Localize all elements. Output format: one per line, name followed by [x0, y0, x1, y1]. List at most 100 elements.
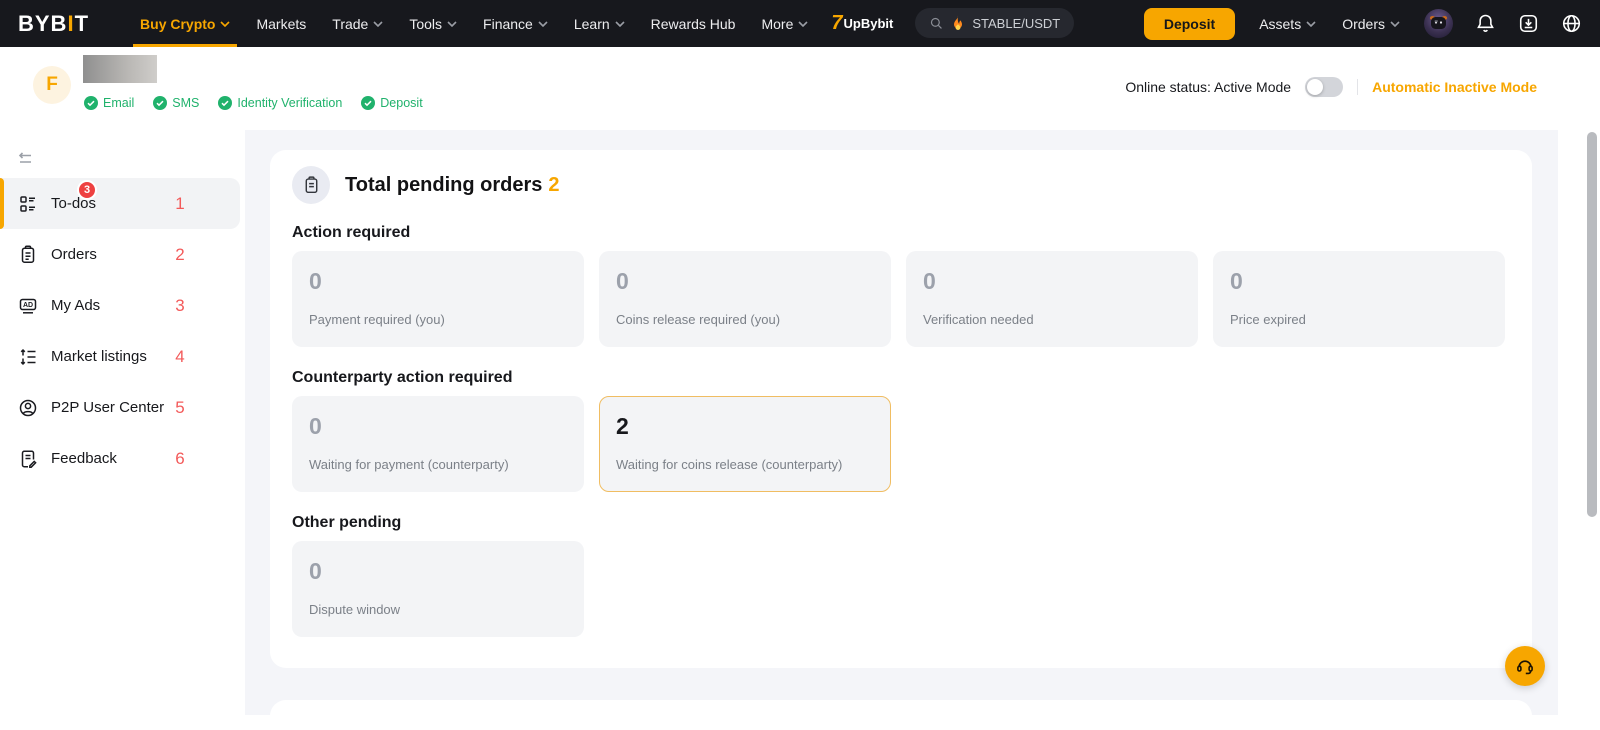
todos-notification-badge: 3	[77, 180, 97, 200]
navbar-right: Deposit Assets Orders	[1144, 0, 1582, 47]
market-listings-icon	[18, 347, 38, 367]
badge-sms: SMS	[153, 96, 199, 110]
online-status-label: Online status: Active Mode	[1125, 79, 1291, 95]
sidebar-item-p2p-user-center[interactable]: P2P User Center 5	[0, 382, 245, 433]
sevenup-bybit-link[interactable]: 7 UpBybit	[831, 0, 893, 47]
deposit-button[interactable]: Deposit	[1144, 8, 1235, 40]
sidebar-item-label: P2P User Center	[51, 399, 164, 416]
section-heading-other-pending: Other pending	[292, 514, 1510, 532]
tile-price-expired[interactable]: 0 Price expired	[1213, 251, 1505, 347]
badge-deposit: Deposit	[361, 96, 422, 110]
check-circle-icon	[84, 96, 98, 110]
sidebar-item-feedback[interactable]: Feedback 6	[0, 433, 245, 484]
chevron-down-icon	[798, 21, 808, 27]
nav-trade[interactable]: Trade	[319, 0, 396, 47]
badge-email: Email	[84, 96, 134, 110]
my-ads-icon: AD	[18, 296, 38, 316]
notifications-bell-icon[interactable]	[1475, 13, 1496, 34]
chevron-down-icon	[615, 21, 625, 27]
sidebar-menu: To-dos 3 1 Orders 2 AD	[0, 178, 245, 484]
search-input[interactable]: STABLE/USDT	[915, 8, 1074, 38]
profile-avatar[interactable]: F	[33, 66, 71, 104]
sidebar-item-market-listings[interactable]: Market listings 4	[0, 331, 245, 382]
nav-finance[interactable]: Finance	[470, 0, 561, 47]
sidebar-item-count: 3	[168, 296, 192, 316]
verification-badges: Email SMS Identity Verification	[84, 96, 423, 110]
nav-label: More	[761, 16, 793, 32]
next-section-card	[270, 700, 1532, 730]
tile-value: 0	[309, 266, 567, 296]
nav-learn[interactable]: Learn	[561, 0, 638, 47]
chevron-down-icon	[373, 21, 383, 27]
promo-label: UpBybit	[844, 16, 894, 31]
sidebar-item-todos[interactable]: To-dos 3 1	[0, 178, 240, 229]
nav-label: Orders	[1342, 16, 1385, 32]
download-app-icon[interactable]	[1518, 13, 1539, 34]
chevron-down-icon	[1390, 21, 1400, 27]
sidebar-item-count: 1	[168, 194, 192, 214]
language-globe-icon[interactable]	[1561, 13, 1582, 34]
bybit-logo[interactable]: BYBIT	[18, 0, 89, 47]
sidebar-item-label: Market listings	[51, 348, 147, 365]
nav-label: Rewards Hub	[651, 16, 736, 32]
fire-icon	[951, 15, 965, 31]
nav-assets[interactable]: Assets	[1257, 16, 1318, 32]
nav-label: Buy Crypto	[140, 16, 215, 32]
seven-logo: 7	[831, 12, 842, 35]
nav-rewards-hub[interactable]: Rewards Hub	[638, 0, 749, 47]
chevron-down-icon	[447, 21, 457, 27]
automatic-inactive-mode-link[interactable]: Automatic Inactive Mode	[1372, 79, 1537, 95]
tile-label: Waiting for payment (counterparty)	[309, 457, 567, 472]
avatar[interactable]	[1424, 9, 1453, 38]
online-status-toggle[interactable]	[1305, 77, 1343, 97]
online-status-cluster: Online status: Active Mode Automatic Ina…	[1125, 73, 1537, 101]
tile-payment-required[interactable]: 0 Payment required (you)	[292, 251, 584, 347]
tile-waiting-for-payment[interactable]: 0 Waiting for payment (counterparty)	[292, 396, 584, 492]
nav-tools[interactable]: Tools	[396, 0, 470, 47]
check-circle-icon	[153, 96, 167, 110]
nav-buy-crypto[interactable]: Buy Crypto	[127, 0, 243, 47]
sidebar-item-count: 4	[168, 347, 192, 367]
tiles-other-pending: 0 Dispute window	[292, 541, 1510, 637]
tile-verification-needed[interactable]: 0 Verification needed	[906, 251, 1198, 347]
sidebar-item-label: Orders	[51, 246, 97, 263]
toggle-knob	[1307, 79, 1323, 95]
headset-icon	[1515, 656, 1535, 676]
nav-orders[interactable]: Orders	[1340, 16, 1402, 32]
nav-label: Markets	[256, 16, 306, 32]
divider	[1357, 79, 1358, 95]
page-title: Total pending orders2	[345, 174, 560, 197]
page: BYBIT Buy Crypto Markets Trade Tools Fin…	[0, 0, 1600, 715]
tile-value: 0	[309, 411, 567, 441]
check-circle-icon	[218, 96, 232, 110]
search-icon	[929, 16, 944, 31]
sidebar-collapse-button[interactable]	[16, 150, 34, 168]
section-heading-action-required: Action required	[292, 224, 1510, 242]
sidebar-item-orders[interactable]: Orders 2	[0, 229, 245, 280]
nav-label: Tools	[409, 16, 442, 32]
support-chat-button[interactable]	[1505, 646, 1545, 686]
card-header: Total pending orders2	[270, 150, 1532, 204]
sidebar-item-count: 6	[168, 449, 192, 469]
tile-waiting-for-coins-release[interactable]: 2 Waiting for coins release (counterpart…	[599, 396, 891, 492]
title-count: 2	[548, 174, 559, 196]
nav-markets[interactable]: Markets	[243, 0, 319, 47]
nav-label: Trade	[332, 16, 368, 32]
tile-label: Payment required (you)	[309, 312, 567, 327]
tiles-counterparty: 0 Waiting for payment (counterparty) 2 W…	[292, 396, 1510, 492]
badge-label: Identity Verification	[237, 96, 342, 110]
clipboard-icon-circle	[292, 166, 330, 204]
orders-icon	[18, 245, 38, 265]
sidebar-item-label: My Ads	[51, 297, 100, 314]
sidebar-item-my-ads[interactable]: AD My Ads 3	[0, 280, 245, 331]
nav-more[interactable]: More	[748, 0, 821, 47]
logo-text: BYB	[18, 11, 67, 37]
sidebar: To-dos 3 1 Orders 2 AD	[0, 130, 245, 715]
tile-dispute-window[interactable]: 0 Dispute window	[292, 541, 584, 637]
vertical-scrollbar-thumb[interactable]	[1587, 132, 1597, 517]
nav-label: Assets	[1259, 16, 1301, 32]
tile-coins-release-required[interactable]: 0 Coins release required (you)	[599, 251, 891, 347]
logo-text-2: T	[75, 11, 89, 37]
todos-icon	[18, 194, 38, 214]
chevron-down-icon	[220, 21, 230, 27]
